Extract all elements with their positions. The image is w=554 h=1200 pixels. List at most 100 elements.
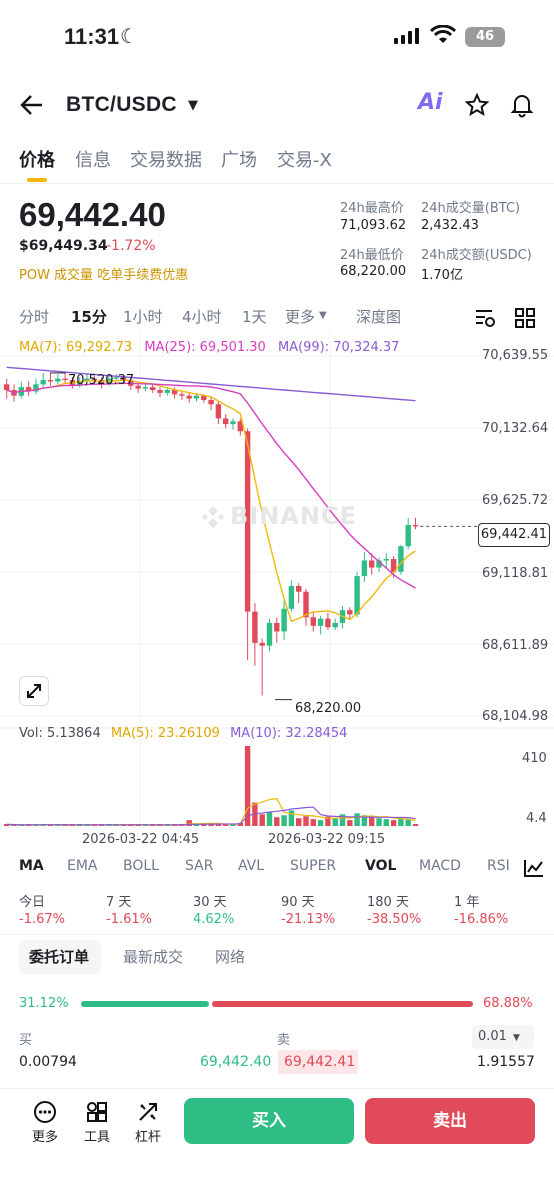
- chevron-down-icon[interactable]: ▼: [188, 98, 198, 113]
- indicator-ma[interactable]: MA: [19, 858, 44, 874]
- candle-body: [179, 394, 185, 396]
- low-value: 68,220.00: [340, 264, 407, 279]
- volume-bar: [296, 818, 302, 826]
- volume-bar: [244, 746, 251, 826]
- vol-axis-top: 410: [522, 751, 547, 766]
- candle-body: [361, 560, 368, 577]
- bid-price[interactable]: 69,442.40: [200, 1054, 271, 1070]
- leverage-icon[interactable]: [136, 1100, 160, 1124]
- interval-more[interactable]: 更多: [285, 306, 315, 327]
- indicator-super[interactable]: SUPER: [290, 858, 336, 874]
- high-value: 71,093.62: [340, 218, 407, 233]
- candle-body: [398, 546, 404, 572]
- perf-value: -16.86%: [454, 912, 509, 927]
- volume-bar: [317, 820, 324, 826]
- indicator-boll[interactable]: BOLL: [123, 858, 159, 874]
- high-marker: 70,520.37: [68, 373, 135, 388]
- precision-select[interactable]: 0.01 ▼: [472, 1025, 534, 1049]
- fullscreen-button[interactable]: [19, 676, 49, 706]
- expand-icon: [27, 684, 41, 698]
- watermark: BINANCE: [230, 502, 357, 530]
- volume-bar: [274, 817, 280, 826]
- volume-bar: [354, 813, 360, 826]
- volume-bar: [266, 812, 273, 826]
- indicator-macd[interactable]: MACD: [419, 858, 461, 874]
- indicator-vol[interactable]: VOL: [365, 858, 396, 874]
- ai-icon[interactable]: Ai: [418, 90, 443, 115]
- volume-bar: [310, 819, 316, 826]
- candle-body: [347, 610, 353, 615]
- indicator-rsi[interactable]: RSI: [487, 858, 510, 874]
- wifi-icon: [430, 25, 456, 43]
- tools-icon[interactable]: [85, 1100, 109, 1124]
- perf-label: 今日: [19, 895, 46, 910]
- buy-button[interactable]: 买入: [184, 1098, 354, 1144]
- grid-layout-icon[interactable]: [515, 308, 535, 328]
- sell-button[interactable]: 卖出: [365, 1098, 535, 1144]
- candle-body: [354, 576, 360, 615]
- pair-selector[interactable]: BTC/USDC: [66, 93, 177, 117]
- candle-body: [55, 378, 61, 382]
- ma7-line: [6, 379, 416, 623]
- more-icon[interactable]: [33, 1100, 57, 1124]
- volume-bar: [347, 820, 353, 826]
- date-label: 2026-03-22 09:15: [268, 832, 386, 847]
- volume-bar: [383, 819, 389, 826]
- axis-label: 69,118.81: [482, 566, 549, 581]
- date-label: 2026-03-22 04:45: [82, 832, 200, 847]
- candle-body: [40, 380, 46, 385]
- candle-body: [412, 524, 419, 527]
- tab-network[interactable]: 网络: [215, 946, 245, 967]
- back-arrow-icon[interactable]: [20, 94, 44, 116]
- interval-bar: 分时 15分 1小时 4小时 1天 更多 ▼ 深度图: [0, 306, 554, 330]
- tab-trade-x[interactable]: 交易-X: [277, 146, 332, 172]
- more-label[interactable]: 更多: [25, 1126, 65, 1145]
- interval-1h[interactable]: 1小时: [123, 306, 163, 327]
- vol-btc-value: 2,432.43: [421, 218, 479, 233]
- candle-body: [281, 608, 287, 632]
- perf-value: -21.13%: [281, 912, 336, 927]
- candle-body: [135, 385, 141, 389]
- chart-settings-icon[interactable]: [474, 308, 496, 328]
- interval-time[interactable]: 分时: [19, 306, 49, 327]
- ask-price[interactable]: 69,442.41: [284, 1054, 355, 1070]
- indicator-sar[interactable]: SAR: [185, 858, 213, 874]
- volume-bar: [405, 819, 411, 826]
- volume-bar: [288, 810, 295, 826]
- candle-body: [383, 559, 389, 561]
- vol-ma10-line: [6, 806, 416, 826]
- interval-15m[interactable]: 15分: [71, 306, 107, 327]
- ma25-line: [6, 382, 416, 589]
- volume-bar: [332, 818, 338, 826]
- indicator-avl[interactable]: AVL: [238, 858, 264, 874]
- tab-latest-trades[interactable]: 最新成交: [123, 946, 183, 967]
- tab-order-book[interactable]: 委托订单: [29, 946, 89, 967]
- status-bar: 11:31 ☾ 46: [0, 0, 554, 76]
- candle-body: [215, 404, 222, 419]
- tab-price[interactable]: 价格: [19, 146, 55, 172]
- candle-body: [142, 387, 149, 389]
- volume-bar: [398, 818, 404, 826]
- tab-square[interactable]: 广场: [221, 146, 257, 172]
- bell-icon[interactable]: [510, 92, 534, 118]
- leverage-label[interactable]: 杠杆: [128, 1126, 168, 1145]
- indicator-chart-icon[interactable]: [523, 858, 545, 878]
- indicator-ema[interactable]: EMA: [67, 858, 98, 874]
- candlestick-chart[interactable]: [0, 330, 554, 850]
- star-icon[interactable]: [465, 93, 489, 117]
- high-label: 24h最高价: [340, 201, 404, 216]
- tools-label[interactable]: 工具: [77, 1126, 117, 1145]
- caret-down-icon[interactable]: ▼: [319, 310, 327, 321]
- tab-trading-data[interactable]: 交易数据: [130, 146, 202, 172]
- sell-percent: 68.88%: [483, 996, 533, 1011]
- interval-4h[interactable]: 4小时: [182, 306, 222, 327]
- volume-bar: [186, 820, 192, 826]
- promo-tags[interactable]: POW 成交量 吃单手续费优惠: [19, 264, 188, 283]
- candle-body: [208, 399, 214, 405]
- precision-value: 0.01: [478, 1029, 507, 1044]
- tab-info[interactable]: 信息: [75, 146, 111, 172]
- bid-quantity: 0.00794: [19, 1054, 77, 1070]
- depth-chart[interactable]: 深度图: [356, 306, 401, 327]
- vol-usdc-label: 24h成交额(USDC): [421, 248, 532, 263]
- interval-1d[interactable]: 1天: [242, 306, 267, 327]
